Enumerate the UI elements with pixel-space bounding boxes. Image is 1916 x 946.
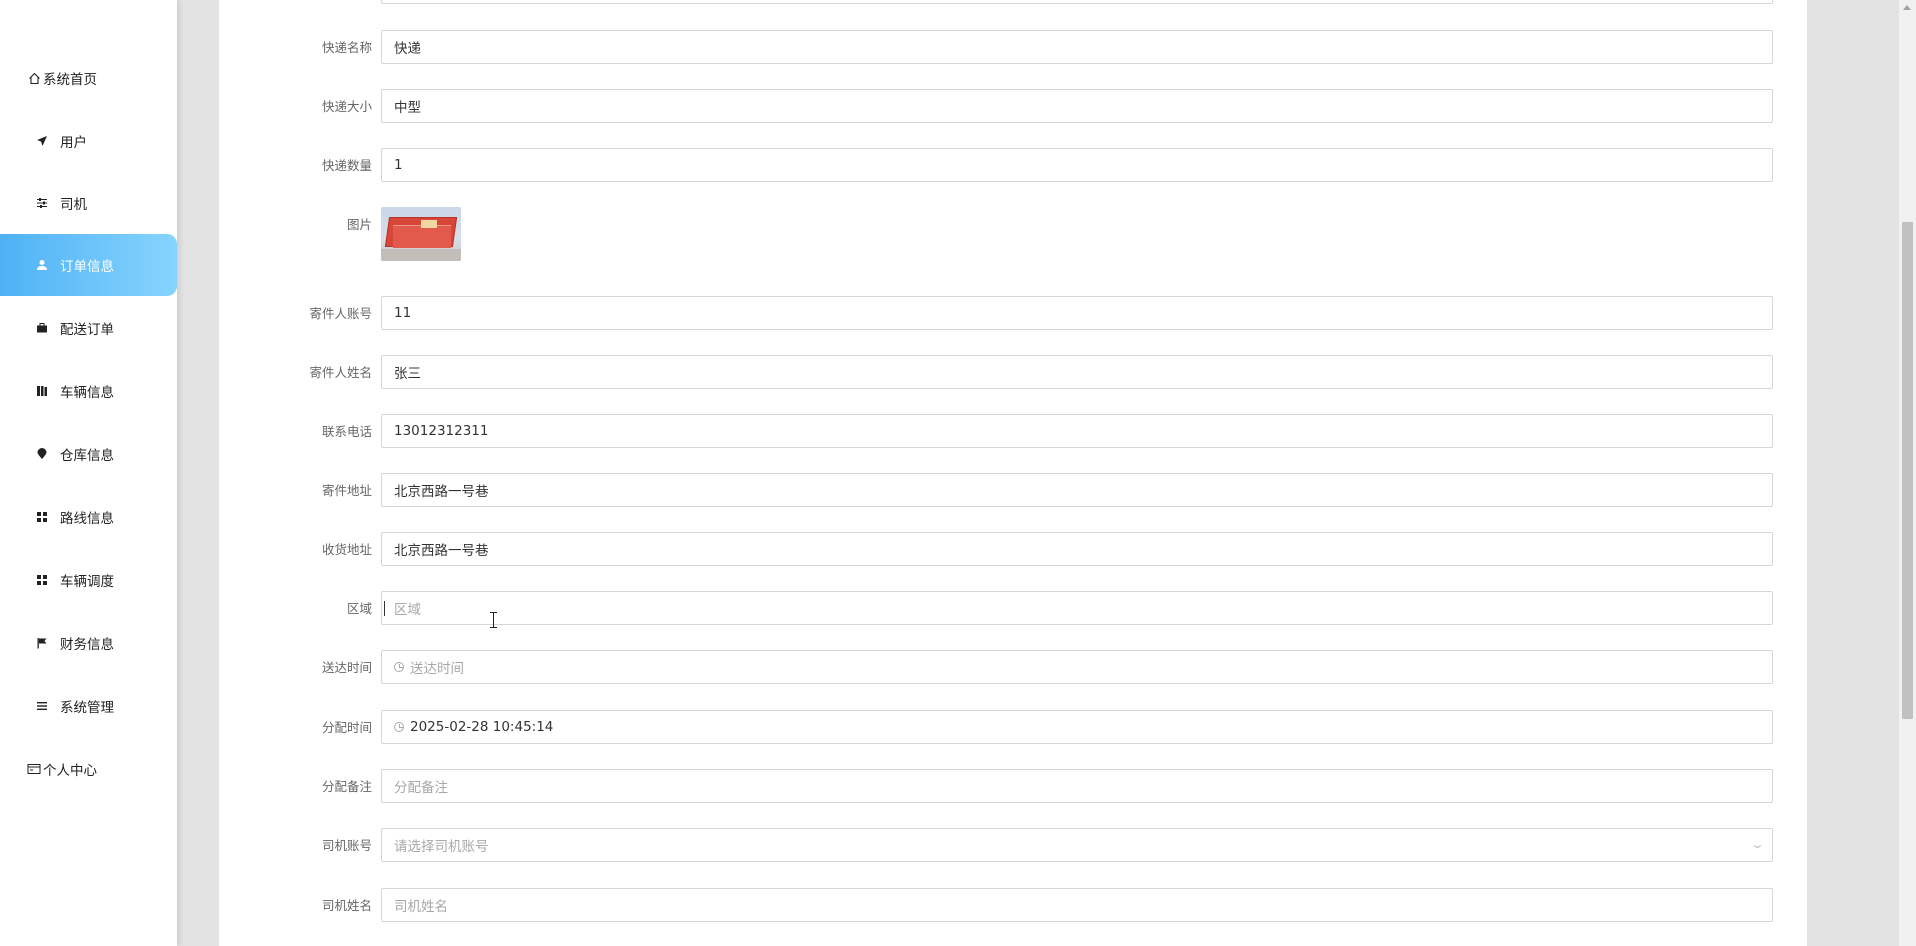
page-scrollbar[interactable] <box>1899 0 1916 946</box>
express-name-input[interactable]: 快递 <box>381 30 1773 64</box>
field-label: 分配备注 <box>321 779 372 794</box>
form-row-assign-time: 分配时间 2025-02-28 10:45:14 <box>219 710 1807 746</box>
chevron-down-icon: ⌄ <box>1750 838 1765 851</box>
book-icon <box>35 384 49 398</box>
delivery-time-placeholder: 送达时间 <box>410 661 464 677</box>
sender-name-input[interactable]: 张三 <box>381 355 1773 389</box>
delivery-time-picker[interactable]: 送达时间 <box>381 650 1773 684</box>
sidebar-item-label: 配送订单 <box>60 322 114 338</box>
field-label: 区域 <box>346 601 372 616</box>
grid-icon <box>35 573 49 587</box>
assign-note-input[interactable]: 分配备注 <box>381 769 1773 803</box>
sidebar-item-label: 系统管理 <box>60 700 114 716</box>
form-row-express-size: 快递大小 中型 <box>219 89 1807 125</box>
form-row-partial <box>219 0 1807 6</box>
text-caret <box>384 601 385 616</box>
form-row-region: 区域 区域 <box>219 591 1807 627</box>
form-row-express-name: 快递名称 快递 <box>219 30 1807 66</box>
sidebar-item-label: 仓库信息 <box>60 448 114 464</box>
field-label: 分配时间 <box>321 720 372 735</box>
sidebar-item-label: 财务信息 <box>60 637 114 653</box>
send-address-input[interactable]: 北京西路一号巷 <box>381 473 1773 507</box>
express-size-input[interactable]: 中型 <box>381 89 1773 123</box>
sidebar-item-label: 车辆信息 <box>60 385 114 401</box>
user-icon <box>35 258 49 272</box>
region-input[interactable]: 区域 <box>381 591 1773 625</box>
sidebar-item-label: 个人中心 <box>43 763 97 779</box>
sidebar-item-warehouses[interactable]: 仓库信息 <box>0 423 177 485</box>
sidebar: 系统首页 用户 司机 订单信息 配送订单 车辆信息 仓库信息 路线信息 车辆调度… <box>0 0 177 946</box>
sliders-icon <box>35 196 49 210</box>
field-label: 司机姓名 <box>321 898 372 913</box>
phone-input[interactable]: 13012312311 <box>381 414 1773 448</box>
form-row-assign-note: 分配备注 分配备注 <box>219 769 1807 805</box>
sender-account-input[interactable]: 11 <box>381 296 1773 330</box>
field-label: 司机账号 <box>321 838 372 853</box>
sidebar-item-label: 司机 <box>60 197 87 213</box>
partial-field[interactable] <box>381 0 1773 4</box>
mouse-cursor-icon <box>489 612 498 628</box>
form-row-driver-account: 司机账号 请选择司机账号 ⌄ <box>219 828 1807 864</box>
field-label: 送达时间 <box>321 660 372 675</box>
sidebar-item-label: 路线信息 <box>60 511 114 527</box>
scrollbar-thumb[interactable] <box>1902 222 1913 719</box>
parcel-image[interactable] <box>381 207 461 261</box>
form-row-driver-name: 司机姓名 司机姓名 <box>219 888 1807 924</box>
sidebar-item-routes[interactable]: 路线信息 <box>0 486 177 548</box>
driver-account-select[interactable]: 请选择司机账号 ⌄ <box>381 828 1773 862</box>
clock-icon <box>394 722 404 732</box>
form-row-express-qty: 快递数量 1 <box>219 148 1807 184</box>
sidebar-item-label: 车辆调度 <box>60 574 114 590</box>
sidebar-item-label: 订单信息 <box>60 259 114 275</box>
receive-address-input[interactable]: 北京西路一号巷 <box>381 532 1773 566</box>
form-row-sender-name: 寄件人姓名 张三 <box>219 355 1807 391</box>
flag-icon <box>35 636 49 650</box>
form-row-receive-address: 收货地址 北京西路一号巷 <box>219 532 1807 568</box>
form-row-phone: 联系电话 13012312311 <box>219 414 1807 450</box>
driver-account-placeholder: 请选择司机账号 <box>394 839 489 855</box>
field-label: 快递名称 <box>321 40 372 55</box>
driver-name-input[interactable]: 司机姓名 <box>381 888 1773 922</box>
paper-plane-icon <box>35 134 49 148</box>
sidebar-item-delivery-orders[interactable]: 配送订单 <box>0 297 177 359</box>
sidebar-item-home[interactable]: 系统首页 <box>0 47 177 109</box>
field-label: 收货地址 <box>321 542 372 557</box>
briefcase-icon <box>35 321 49 335</box>
form-row-delivery-time: 送达时间 送达时间 <box>219 650 1807 686</box>
grid-icon <box>35 510 49 524</box>
form-row-image: 图片 <box>219 207 1807 261</box>
form-row-send-address: 寄件地址 北京西路一号巷 <box>219 473 1807 509</box>
sidebar-item-label: 用户 <box>60 135 87 151</box>
home-icon <box>27 71 41 85</box>
scroll-up-arrow-icon[interactable] <box>1903 5 1911 10</box>
sidebar-item-system[interactable]: 系统管理 <box>0 675 177 737</box>
form-row-sender-account: 寄件人账号 11 <box>219 296 1807 332</box>
assign-time-value: 2025-02-28 10:45:14 <box>410 719 554 735</box>
express-qty-input[interactable]: 1 <box>381 148 1773 182</box>
field-label: 寄件地址 <box>321 483 372 498</box>
wallet-icon <box>27 762 41 776</box>
order-form-panel: 快递名称 快递 快递大小 中型 快递数量 1 图片 寄件人账号 11 寄件人姓名… <box>219 0 1807 946</box>
field-label: 图片 <box>346 217 372 232</box>
field-label: 快递数量 <box>321 158 372 173</box>
sidebar-item-dispatch[interactable]: 车辆调度 <box>0 549 177 611</box>
sidebar-item-vehicles[interactable]: 车辆信息 <box>0 360 177 422</box>
assign-time-picker[interactable]: 2025-02-28 10:45:14 <box>381 710 1773 744</box>
sidebar-item-profile[interactable]: 个人中心 <box>0 738 177 800</box>
list-icon <box>35 699 49 713</box>
region-placeholder: 区域 <box>394 602 421 618</box>
sidebar-item-users[interactable]: 用户 <box>0 110 177 172</box>
field-label: 寄件人姓名 <box>309 365 372 380</box>
field-label: 快递大小 <box>321 99 372 114</box>
clock-icon <box>394 662 404 672</box>
sidebar-item-drivers[interactable]: 司机 <box>0 172 177 234</box>
sidebar-item-label: 系统首页 <box>43 72 97 88</box>
field-label: 联系电话 <box>321 424 372 439</box>
sidebar-item-finance[interactable]: 财务信息 <box>0 612 177 674</box>
sidebar-item-orders[interactable]: 订单信息 <box>0 234 177 296</box>
field-label: 寄件人账号 <box>309 306 372 321</box>
map-pin-icon <box>35 447 49 461</box>
